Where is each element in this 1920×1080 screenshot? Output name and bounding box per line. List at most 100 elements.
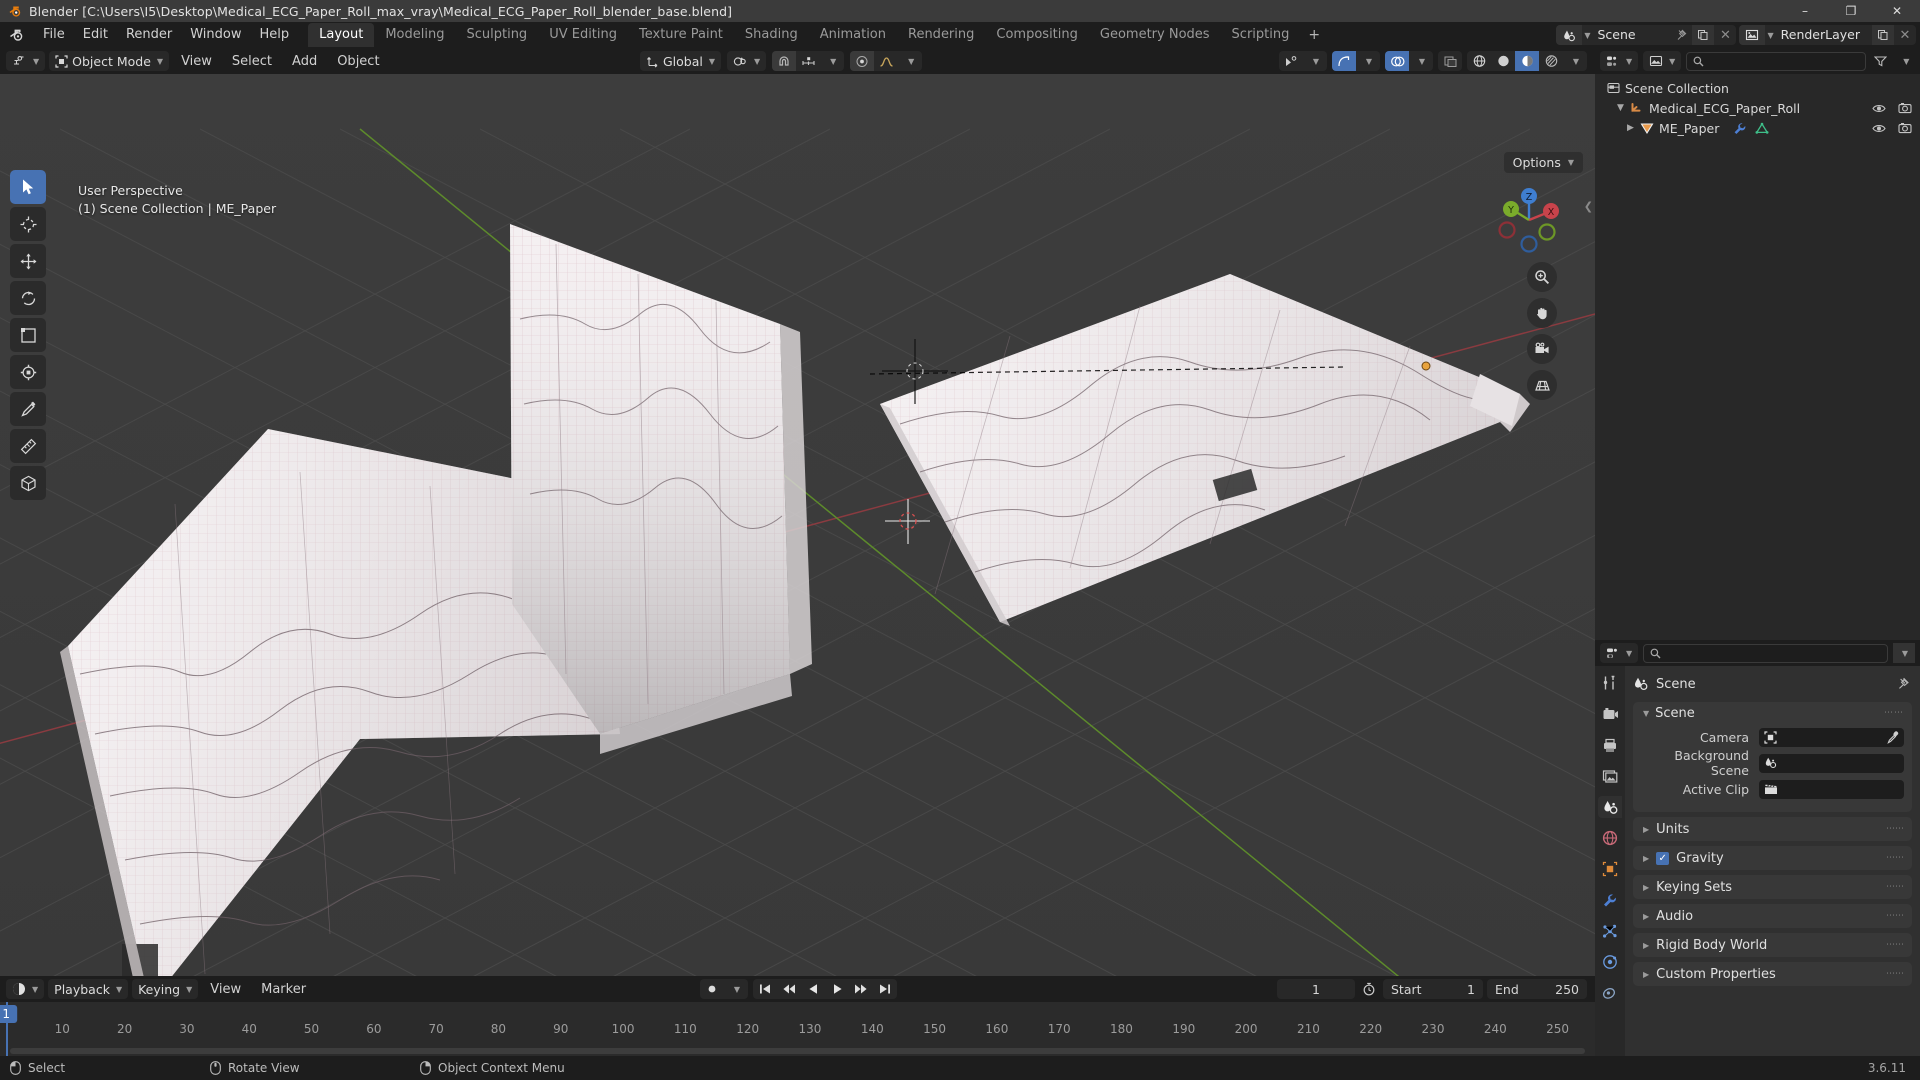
outliner-tree[interactable]: Scene Collection ▼ Medical_ECG_Paper_Rol… [1595,74,1920,640]
outliner-search-field[interactable] [1709,54,1860,68]
annotate-tool[interactable] [10,392,46,426]
panel-drag-dots[interactable]: ⋯⋯ [1886,824,1904,834]
mesh-data-icon[interactable] [1755,122,1769,135]
timeline-menu-view[interactable]: View [202,980,249,999]
viewport-menu-select[interactable]: Select [224,52,280,71]
keying-menu[interactable]: Keying ▼ [132,979,199,999]
rotate-tool[interactable] [10,281,46,315]
eye-icon[interactable] [1872,123,1886,134]
zoom-icon[interactable] [1527,262,1557,292]
gizmo-dropdown-caret[interactable]: ▼ [1356,51,1380,71]
expand-arrow-down-icon[interactable]: ▼ [1615,103,1626,113]
scene-panel-header[interactable]: ▼ Scene ⋯⋯ [1633,702,1912,724]
outliner-row-me-paper[interactable]: ▶ ME_Paper [1595,118,1920,138]
view-layer-selector[interactable]: ▼ RenderLayer ✕ [1739,25,1916,45]
show-overlays-icon[interactable] [1385,51,1409,71]
tab-shading[interactable]: Shading [734,23,809,47]
units-panel[interactable]: ▶ Units ⋯⋯ [1633,817,1912,841]
panel-drag-dots[interactable]: ⋯⋯ [1884,708,1904,718]
properties-editor-type-button[interactable]: ▼ [1600,643,1639,663]
new-scene-button[interactable] [1692,25,1715,45]
properties-search-input[interactable] [1643,643,1888,663]
pin-scene-icon[interactable] [1670,25,1692,45]
blender-menu-icon[interactable] [8,27,26,43]
panel-drag-dots[interactable]: ⋯⋯ [1886,969,1904,979]
output-tab[interactable] [1598,734,1622,756]
chevron-right-icon[interactable]: ▶ [1643,854,1649,863]
add-workspace-button[interactable]: + [1300,25,1328,45]
transform-tool[interactable] [10,355,46,389]
panel-drag-dots[interactable]: ⋯⋯ [1886,853,1904,863]
timeline-current-frame-badge[interactable]: 1 [0,1005,18,1023]
expand-arrow-right-icon[interactable]: ▶ [1625,123,1636,133]
cursor-tool[interactable] [10,207,46,241]
background-scene-field[interactable] [1759,753,1904,773]
play-button[interactable] [825,979,849,999]
render-tab[interactable] [1598,703,1622,725]
wrench-modifier-icon[interactable] [1733,122,1747,135]
camera-field[interactable] [1759,727,1904,747]
magnet-icon[interactable] [772,51,797,71]
panel-drag-dots[interactable]: ⋯⋯ [1886,911,1904,921]
measure-tool[interactable] [10,429,46,463]
view-layer-tab[interactable] [1598,765,1622,787]
scale-tool[interactable] [10,318,46,352]
ortho-persp-icon[interactable] [1527,370,1557,400]
tab-uv-editing[interactable]: UV Editing [538,23,628,47]
audio-panel[interactable]: ▶ Audio ⋯⋯ [1633,904,1912,928]
snap-dropdown-caret[interactable]: ▼ [820,51,844,71]
chevron-right-icon[interactable]: ▶ [1643,912,1649,921]
camera-view-icon[interactable] [1527,334,1557,364]
chevron-right-icon[interactable]: ▶ [1643,970,1649,979]
options-button[interactable]: Options ▼ [1503,152,1583,173]
overlay-dropdown-caret[interactable]: ▼ [1409,51,1433,71]
remove-scene-button[interactable]: ✕ [1714,25,1736,45]
falloff-dropdown-caret[interactable]: ▼ [898,51,922,71]
play-reverse-button[interactable] [801,979,825,999]
falloff-curve-icon[interactable] [874,51,898,71]
camera-render-icon[interactable] [1898,102,1912,114]
physics-tab[interactable] [1598,951,1622,973]
use-preview-range-icon[interactable] [1359,982,1379,996]
sidebar-collapse-arrow[interactable]: ❮ [1584,200,1593,213]
outliner-editor-type-button[interactable]: ▼ [1600,51,1639,71]
outliner-filter-dropdown-caret[interactable]: ▼ [1896,51,1915,71]
timeline-menu-marker[interactable]: Marker [253,980,314,999]
filter-icon[interactable] [1871,51,1890,71]
outliner-row-medical-ecg-paper-roll[interactable]: ▼ Medical_ECG_Paper_Roll [1595,98,1920,118]
3d-viewport[interactable]: User Perspective (1) Scene Collection | … [0,74,1595,976]
tab-modeling[interactable]: Modeling [374,23,455,47]
visibility-dropdown-caret[interactable]: ▼ [1303,51,1327,71]
chevron-right-icon[interactable]: ▶ [1643,825,1649,834]
shading-dropdown-caret[interactable]: ▼ [1563,51,1587,71]
editor-type-button[interactable]: ▼ [6,51,46,71]
add-cube-tool[interactable] [10,466,46,500]
world-tab[interactable] [1598,827,1622,849]
minimize-button[interactable]: – [1782,0,1828,22]
previous-keyframe-button[interactable] [777,979,801,999]
tab-animation[interactable]: Animation [809,23,897,47]
show-gizmo-icon[interactable] [1332,51,1356,71]
panel-drag-dots[interactable]: ⋯⋯ [1886,882,1904,892]
proportional-edit-icon[interactable] [850,51,875,71]
navigation-gizmo[interactable]: Z X Y [1491,182,1567,258]
move-tool[interactable] [10,244,46,278]
next-keyframe-button[interactable] [849,979,873,999]
toggle-xray-icon[interactable] [1438,51,1462,71]
rigid-body-world-panel[interactable]: ▶ Rigid Body World ⋯⋯ [1633,933,1912,957]
active-clip-field[interactable] [1759,779,1904,799]
tweak-select-tool[interactable] [10,170,46,204]
keying-sets-panel[interactable]: ▶ Keying Sets ⋯⋯ [1633,875,1912,899]
viewport-menu-view[interactable]: View [173,52,220,71]
wireframe-shading-icon[interactable] [1467,51,1491,71]
tool-tab[interactable] [1598,672,1622,694]
frame-start-field[interactable]: Start 1 [1383,979,1483,999]
outliner-search-input[interactable] [1686,51,1867,71]
playback-menu[interactable]: Playback ▼ [48,979,129,999]
transform-orientation-selector[interactable]: Global ▼ [640,51,722,71]
material-preview-shading-icon[interactable] [1515,51,1539,71]
maximize-button[interactable]: ❐ [1828,0,1874,22]
tab-compositing[interactable]: Compositing [985,23,1089,47]
close-button[interactable]: ✕ [1874,0,1920,22]
rendered-shading-icon[interactable] [1539,51,1563,71]
